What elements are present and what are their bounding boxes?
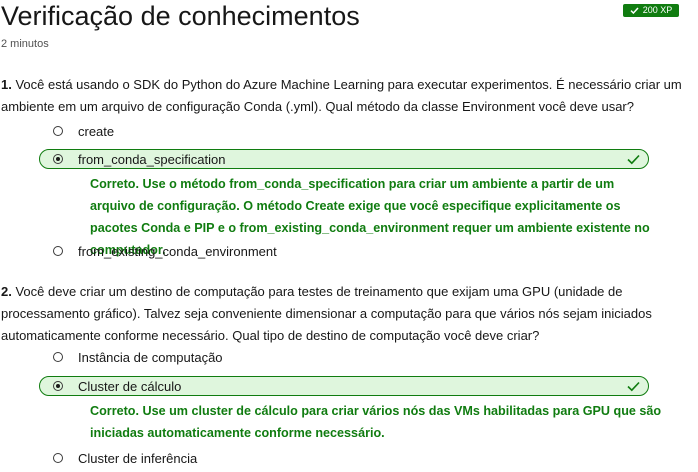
xp-badge-label: 200 XP [642,5,673,15]
option-label: Cluster de cálculo [78,378,182,394]
radio-button[interactable] [53,453,63,463]
option-label: from_conda_specification [78,151,226,167]
option-label: Cluster de inferência [78,450,198,466]
radio-button-checked[interactable] [53,154,63,164]
feedback-correct: Correto. Use um cluster de cálculo para … [90,404,662,440]
option-label: create [78,123,115,139]
checkmark-icon [630,7,639,14]
answer-option[interactable]: from_existing_conda_environment [53,241,277,261]
question-number: 1. [1,77,12,92]
duration-label: 2 minutos [1,38,49,50]
option-label: from_existing_conda_environment [78,243,277,259]
radio-button[interactable] [53,126,63,136]
radio-button-checked[interactable] [53,381,63,391]
radio-button[interactable] [53,246,63,256]
question-1: 1. Você está usando o SDK do Python do A… [1,74,691,118]
question-text: Você está usando o SDK do Python do Azur… [1,77,682,114]
answer-option[interactable]: create [53,121,114,141]
option-label: Instância de computação [78,349,223,365]
checkmark-icon [627,153,640,168]
answer-option-selected[interactable]: from_conda_specification [39,149,649,169]
question-number: 2. [1,284,12,299]
answer-option[interactable]: Cluster de inferência [53,448,197,468]
question-2: 2. Você deve criar um destino de computa… [1,281,691,347]
question-text: Você deve criar um destino de computação… [1,284,652,343]
answer-option-selected[interactable]: Cluster de cálculo [39,376,649,396]
page-title: Verificação de conhecimentos [1,1,360,31]
xp-badge: 200 XP [623,4,679,17]
checkmark-icon [627,380,640,395]
radio-button[interactable] [53,352,63,362]
answer-option[interactable]: Instância de computação [53,347,223,367]
